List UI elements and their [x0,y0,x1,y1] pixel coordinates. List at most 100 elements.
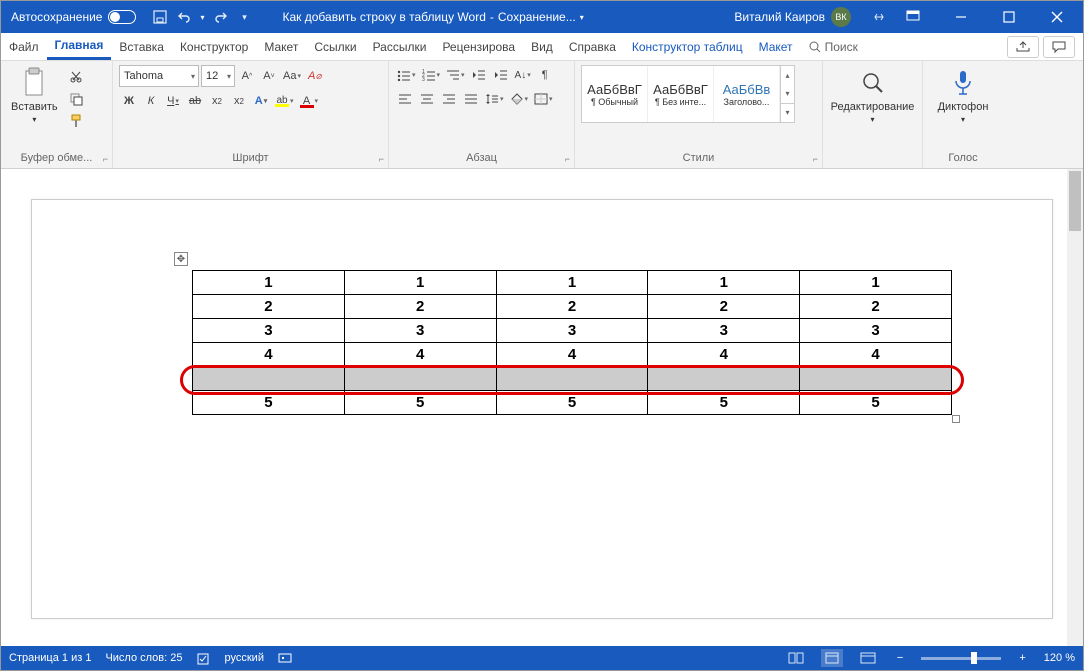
tab-конструктор-таблиц[interactable]: Конструктор таблиц [624,33,751,60]
tab-вид[interactable]: Вид [523,33,561,60]
table-cell[interactable]: 5 [648,391,800,415]
copy-button[interactable] [66,89,86,109]
text-effects-button[interactable]: A [251,91,271,111]
format-painter-button[interactable] [66,111,86,131]
document-table[interactable]: 1111122222333334444455555 [192,270,952,415]
table-cell[interactable]: 3 [193,319,345,343]
tell-me-search[interactable]: Поиск [801,33,866,60]
line-spacing-button[interactable] [483,89,506,109]
tab-справка[interactable]: Справка [561,33,624,60]
table-cell[interactable]: 4 [344,343,496,367]
shrink-font-button[interactable]: A˅ [259,66,279,86]
proofing-icon[interactable] [197,651,211,665]
editing-button[interactable]: Редактирование ▾ [827,65,919,126]
clipboard-launcher-icon[interactable]: ⌐ [103,154,108,164]
print-layout-button[interactable] [821,649,843,667]
tab-конструктор[interactable]: Конструктор [172,33,256,60]
undo-icon[interactable] [176,9,192,25]
superscript-button[interactable]: x2 [229,91,249,111]
multilevel-list-button[interactable] [444,65,467,85]
tab-макет[interactable]: Макет [751,33,801,60]
shading-button[interactable] [508,89,531,109]
qat-customize-icon[interactable]: ▾ [237,9,253,25]
table-cell[interactable]: 4 [193,343,345,367]
table-row[interactable]: 55555 [193,391,952,415]
table-cell[interactable]: 1 [344,271,496,295]
table-cell[interactable]: 3 [344,319,496,343]
table-cell[interactable] [648,367,800,391]
paragraph-launcher-icon[interactable]: ⌐ [565,154,570,164]
styles-launcher-icon[interactable]: ⌐ [813,154,818,164]
justify-button[interactable] [461,89,481,109]
table-cell[interactable]: 2 [800,295,952,319]
tab-ссылки[interactable]: Ссылки [306,33,364,60]
align-right-button[interactable] [439,89,459,109]
bullets-button[interactable] [395,65,418,85]
scrollbar-thumb[interactable] [1069,171,1081,231]
tab-рассылки[interactable]: Рассылки [365,33,435,60]
table-row[interactable]: 33333 [193,319,952,343]
save-icon[interactable] [152,9,168,25]
show-marks-button[interactable]: ¶ [535,65,555,85]
bold-button[interactable]: Ж [119,91,139,111]
table-cell[interactable]: 2 [648,295,800,319]
tab-рецензирова[interactable]: Рецензирова [434,33,523,60]
minimize-button[interactable] [939,1,983,33]
table-resize-handle[interactable] [952,415,960,423]
table-move-handle[interactable]: ✥ [174,252,188,266]
numbering-button[interactable]: 123 [420,65,443,85]
table-cell[interactable]: 3 [496,319,648,343]
sort-button[interactable]: A↓ [513,65,533,85]
table-cell[interactable] [496,367,648,391]
dictate-dropdown-icon[interactable]: ▾ [961,115,965,124]
redo-icon[interactable] [213,9,229,25]
increase-indent-button[interactable] [491,65,511,85]
table-cell[interactable]: 5 [344,391,496,415]
table-cell[interactable]: 2 [193,295,345,319]
zoom-level[interactable]: 120 % [1044,652,1075,664]
styles-gallery[interactable]: АаБбВвГ¶ Обычный АаБбВвГ¶ Без инте... Аа… [581,65,795,123]
table-cell[interactable]: 1 [193,271,345,295]
borders-button[interactable] [532,89,555,109]
table-cell[interactable]: 3 [648,319,800,343]
undo-dropdown-icon[interactable]: ▾ [200,13,204,22]
cut-button[interactable] [66,67,86,87]
table-cell[interactable] [800,367,952,391]
tab-файл[interactable]: Файл [1,33,47,60]
highlight-color-button[interactable]: ab [273,91,296,111]
table-cell[interactable]: 4 [800,343,952,367]
table-row[interactable]: 22222 [193,295,952,319]
tab-вставка[interactable]: Вставка [111,33,172,60]
style-heading1[interactable]: АаБбВвЗаголово... [714,66,780,122]
italic-button[interactable]: К [141,91,161,111]
table-cell[interactable]: 4 [496,343,648,367]
document-page[interactable]: ✥ 1111122222333334444455555 [31,199,1053,619]
table-row[interactable] [193,367,952,391]
font-name-selector[interactable]: Tahoma [119,65,199,87]
decrease-indent-button[interactable] [469,65,489,85]
paste-dropdown-icon[interactable]: ▾ [32,115,36,124]
strikethrough-button[interactable]: ab [185,91,205,111]
close-button[interactable] [1035,1,1079,33]
font-launcher-icon[interactable]: ⌐ [379,154,384,164]
underline-button[interactable]: Ч [163,91,183,111]
comments-button[interactable] [1043,36,1075,58]
table-cell[interactable]: 2 [496,295,648,319]
language-indicator[interactable]: русский [225,652,264,664]
word-count[interactable]: Число слов: 25 [105,652,182,664]
user-name[interactable]: Виталий Каиров [734,10,825,24]
subscript-button[interactable]: x2 [207,91,227,111]
simplify-ribbon-icon[interactable] [871,9,887,25]
page-indicator[interactable]: Страница 1 из 1 [9,652,91,664]
title-dropdown-icon[interactable]: ▾ [580,13,584,22]
style-normal[interactable]: АаБбВвГ¶ Обычный [582,66,648,122]
table-cell[interactable]: 5 [800,391,952,415]
table-cell[interactable]: 2 [344,295,496,319]
editing-dropdown-icon[interactable]: ▾ [871,115,875,124]
grow-font-button[interactable]: A^ [237,66,257,86]
font-size-selector[interactable]: 12 [201,65,235,87]
table-row[interactable]: 11111 [193,271,952,295]
table-cell[interactable]: 3 [800,319,952,343]
table-cell[interactable]: 1 [496,271,648,295]
read-mode-button[interactable] [785,649,807,667]
